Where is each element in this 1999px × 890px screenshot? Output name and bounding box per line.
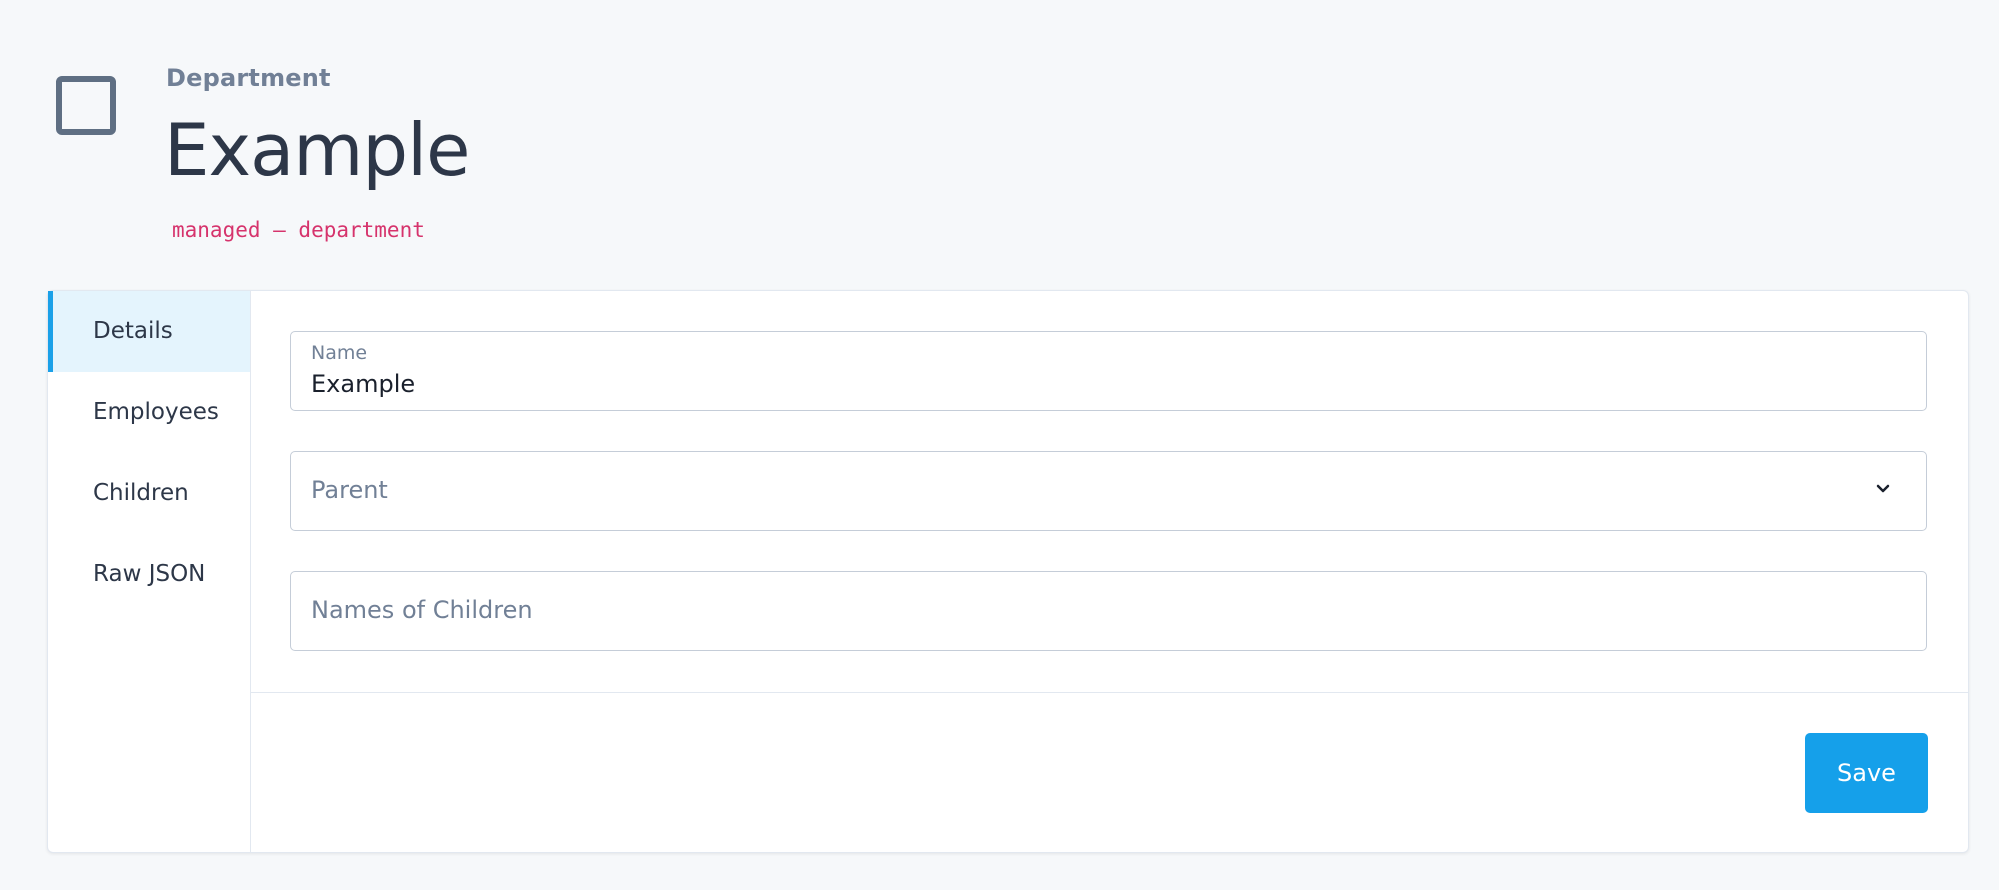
save-button[interactable]: Save — [1805, 733, 1928, 813]
sidebar-item-raw-json[interactable]: Raw JSON — [48, 534, 250, 615]
entity-code: managed – department — [172, 218, 425, 242]
page-header: Department Example managed – department — [0, 0, 1999, 290]
chevron-down-icon[interactable] — [1874, 480, 1892, 498]
children-names-input[interactable]: Names of Children — [290, 571, 1927, 651]
children-names-placeholder: Names of Children — [311, 596, 533, 624]
sidebar-item-details[interactable]: Details — [48, 291, 250, 372]
details-form: Name Example Parent Names of Children — [251, 291, 1968, 693]
detail-card: Details Employees Children Raw JSON Name… — [47, 290, 1969, 853]
sidebar-item-children[interactable]: Children — [48, 453, 250, 534]
name-field[interactable]: Name Example — [290, 331, 1927, 411]
name-field-value[interactable]: Example — [311, 370, 415, 398]
parent-select-placeholder: Parent — [311, 476, 388, 504]
square-outline-icon — [56, 76, 116, 135]
sidebar-item-employees[interactable]: Employees — [48, 372, 250, 453]
page-title: Example — [164, 108, 470, 192]
parent-select[interactable]: Parent — [290, 451, 1927, 531]
name-field-label: Name — [311, 342, 368, 364]
entity-type-label: Department — [166, 64, 331, 92]
sidebar-nav: Details Employees Children Raw JSON — [48, 291, 251, 852]
